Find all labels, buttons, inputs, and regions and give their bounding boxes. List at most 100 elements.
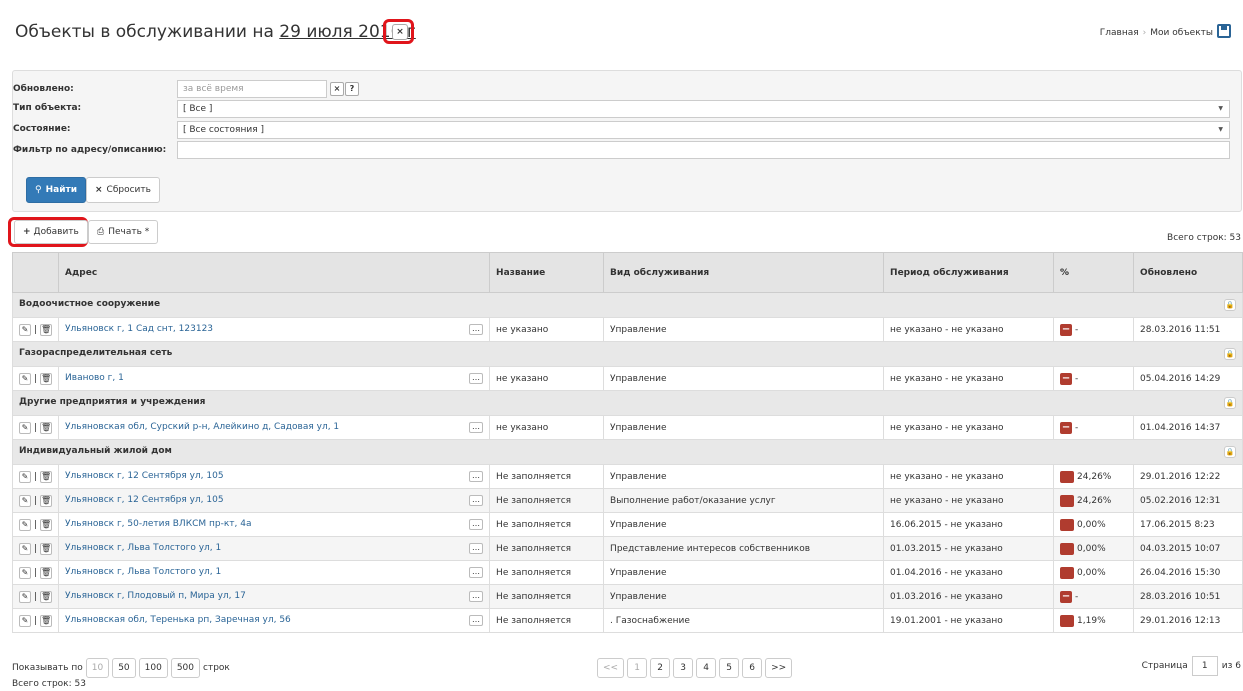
address-link[interactable]: Ульяновск г, 12 Сентября ул, 105 <box>65 471 224 481</box>
page-5[interactable]: 5 <box>719 658 740 678</box>
service-kind-cell: Управление <box>603 560 885 585</box>
action-separator: | <box>34 422 38 433</box>
edit-icon[interactable]: ✎ <box>19 518 31 531</box>
breadcrumb: Главная › Мои объекты <box>1100 28 1213 38</box>
trash-icon[interactable]: 🗑 <box>40 518 53 531</box>
objects-table: Адрес Название Вид обслуживания Период о… <box>11 252 1243 633</box>
lock-icon[interactable]: 🔒 <box>1224 397 1236 409</box>
action-separator: | <box>34 495 38 506</box>
page-size-10[interactable]: 10 <box>85 658 110 678</box>
trash-icon[interactable]: 🗑 <box>40 542 53 555</box>
clear-updated-button[interactable]: × <box>330 82 344 96</box>
updated-label: Обновлено: <box>13 84 74 94</box>
edit-icon[interactable]: ✎ <box>19 494 31 507</box>
more-icon[interactable]: … <box>469 373 484 384</box>
address-link[interactable]: Ульяновск г, 50-летия ВЛКСМ пр-кт, 4а <box>65 519 251 529</box>
page-2[interactable]: 2 <box>650 658 671 678</box>
more-icon[interactable]: … <box>469 324 484 335</box>
percent-value: 24,26% <box>1077 495 1112 506</box>
page-first[interactable]: << <box>597 658 625 678</box>
edit-icon[interactable]: ✎ <box>19 566 31 579</box>
page-size-500[interactable]: 500 <box>170 658 201 678</box>
table-row: ✎ | 🗑 Ульяновск г, 12 Сентября ул, 105 … Не з… <box>11 464 1243 489</box>
trash-icon[interactable]: 🗑 <box>40 590 53 603</box>
address-link[interactable]: Ульяновская обл, Теренька рп, Заречная у… <box>65 615 291 625</box>
close-date-button[interactable]: × <box>392 24 408 40</box>
row-actions-group: ✎ | 🗑 <box>19 518 53 531</box>
address-link[interactable]: Ульяновск г, Льва Толстого ул, 1 <box>65 567 221 577</box>
service-kind-cell: . Газоснабжение <box>603 608 885 633</box>
address-filter-input[interactable] <box>177 141 1230 159</box>
breadcrumb-home[interactable]: Главная <box>1100 28 1139 38</box>
page-size-50[interactable]: 50 <box>112 658 136 678</box>
trash-icon[interactable]: 🗑 <box>40 372 53 385</box>
save-icon[interactable] <box>1217 24 1231 38</box>
trash-icon[interactable]: 🗑 <box>40 470 53 483</box>
lock-icon[interactable]: 🔒 <box>1224 348 1236 360</box>
trash-icon[interactable]: 🗑 <box>40 566 53 579</box>
trash-icon[interactable]: 🗑 <box>40 614 53 627</box>
more-icon[interactable]: … <box>469 495 484 506</box>
edit-icon[interactable]: ✎ <box>19 590 31 603</box>
minus-icon[interactable]: − <box>1060 323 1073 336</box>
page-size-100[interactable]: 100 <box>138 658 168 678</box>
address-link[interactable]: Иваново г, 1 <box>65 373 124 383</box>
trash-icon[interactable]: 🗑 <box>40 494 53 507</box>
edit-icon[interactable]: ✎ <box>19 542 31 555</box>
header-name[interactable]: Название <box>489 252 605 293</box>
header-period[interactable]: Период обслуживания <box>883 252 1055 293</box>
more-icon[interactable]: … <box>469 471 484 482</box>
address-cell: Ульяновск г, 1 Сад снт, 123123 … <box>58 317 491 342</box>
more-icon[interactable]: … <box>469 591 484 602</box>
help-button[interactable]: ? <box>345 82 359 96</box>
header-percent[interactable]: % <box>1053 252 1135 293</box>
period-cell: не указано - не указано <box>883 415 1055 440</box>
type-select[interactable]: [ Все ] <box>177 100 1230 118</box>
add-button[interactable]: + Добавить <box>14 220 88 244</box>
more-icon[interactable]: … <box>469 615 484 626</box>
address-link[interactable]: Ульяновск г, Льва Толстого ул, 1 <box>65 543 221 553</box>
trash-icon[interactable]: 🗑 <box>40 421 53 434</box>
edit-icon[interactable]: ✎ <box>19 323 31 336</box>
more-icon[interactable]: … <box>469 543 484 554</box>
pagination: << 1 2 3 4 5 6 >> <box>597 658 793 678</box>
lock-icon[interactable]: 🔒 <box>1224 299 1236 311</box>
page-4[interactable]: 4 <box>696 658 717 678</box>
page-number-input[interactable]: 1 <box>1191 656 1218 676</box>
more-icon[interactable]: … <box>469 519 484 530</box>
minus-icon[interactable]: − <box>1060 421 1073 434</box>
updated-input[interactable]: за всё время <box>177 80 327 98</box>
more-icon[interactable]: … <box>469 567 484 578</box>
more-icon[interactable]: … <box>469 422 484 433</box>
trash-icon[interactable]: 🗑 <box>40 323 53 336</box>
edit-icon[interactable]: ✎ <box>19 470 31 483</box>
address-link[interactable]: Ульяновская обл, Сурский р-н, Алейкино д… <box>65 422 339 432</box>
edit-icon[interactable]: ✎ <box>19 372 31 385</box>
percent-value: - <box>1075 422 1079 433</box>
minus-icon[interactable]: − <box>1060 590 1073 603</box>
edit-icon[interactable]: ✎ <box>19 614 31 627</box>
edit-icon[interactable]: ✎ <box>19 421 31 434</box>
page-6[interactable]: 6 <box>742 658 763 678</box>
action-separator: | <box>34 543 38 554</box>
row-actions-group: ✎ | 🗑 <box>19 470 53 483</box>
header-service-kind[interactable]: Вид обслуживания <box>603 252 885 293</box>
address-link[interactable]: Ульяновск г, 1 Сад снт, 123123 <box>65 324 213 334</box>
service-kind-cell: Управление <box>603 464 885 489</box>
lock-icon[interactable]: 🔒 <box>1224 446 1236 458</box>
find-button[interactable]: ⚲ Найти <box>26 177 87 203</box>
header-updated[interactable]: Обновлено <box>1133 252 1243 293</box>
action-separator: | <box>34 373 38 384</box>
group-cell: Другие предприятия и учреждения 🔒 <box>12 390 1243 416</box>
name-cell: Не заполняется <box>489 608 605 633</box>
page-last[interactable]: >> <box>765 658 793 678</box>
header-address[interactable]: Адрес <box>58 252 491 293</box>
state-select[interactable]: [ Все состояния ] <box>177 121 1230 139</box>
address-link[interactable]: Ульяновск г, 12 Сентября ул, 105 <box>65 495 224 505</box>
minus-icon[interactable]: − <box>1060 372 1073 385</box>
address-link[interactable]: Ульяновск г, Плодовый п, Мира ул, 17 <box>65 591 246 601</box>
page-1[interactable]: 1 <box>627 658 648 678</box>
print-button[interactable]: ⎙ Печать * <box>88 220 159 244</box>
page-3[interactable]: 3 <box>673 658 694 678</box>
reset-button[interactable]: × Сбросить <box>86 177 160 203</box>
